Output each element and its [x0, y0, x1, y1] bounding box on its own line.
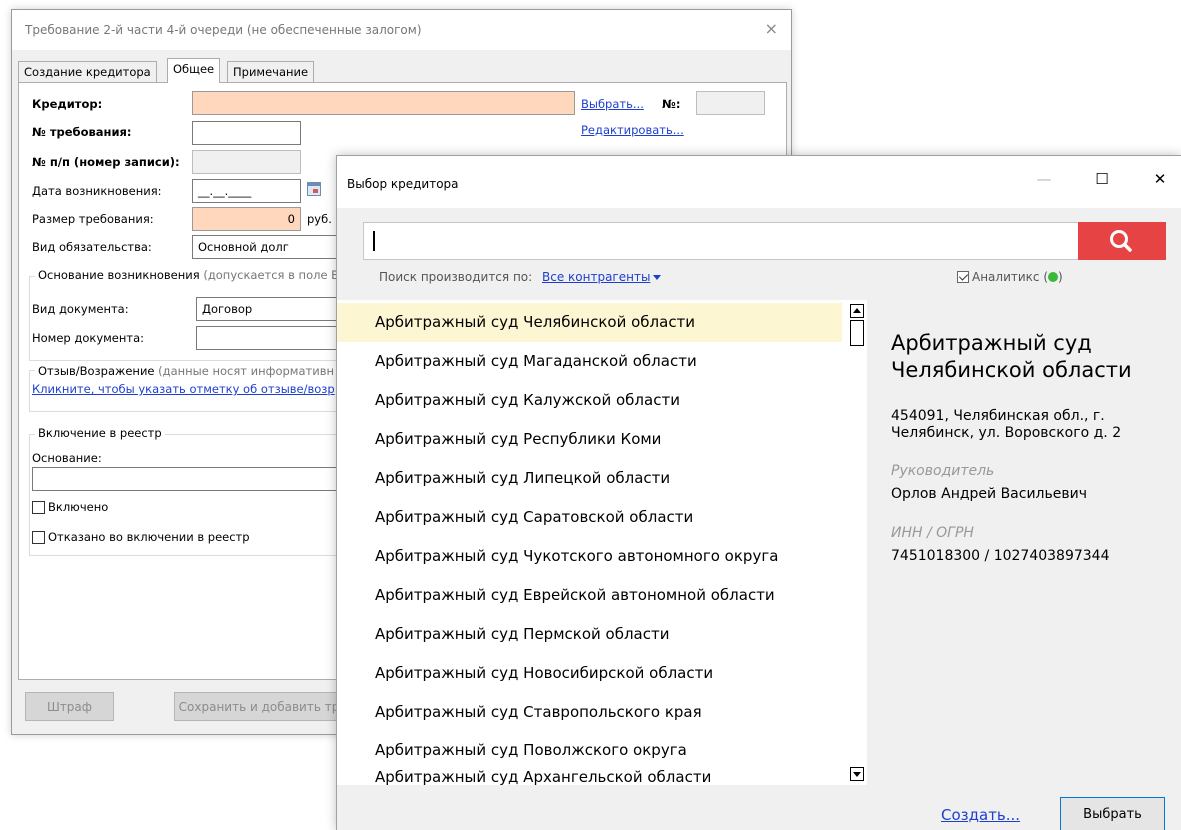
scroll-down-icon[interactable]	[850, 767, 864, 781]
list-item[interactable]: Арбитражный суд Ставропольского края	[337, 693, 842, 732]
creditor-detail-panel: Арбитражный суд Челябинской области 4540…	[867, 300, 1181, 785]
detail-ids-caption: ИНН / ОГРН	[891, 525, 974, 541]
detail-address: 454091, Челябинская обл., г. Челябинск, …	[891, 408, 1122, 441]
record-number-label: № п/п (номер записи):	[32, 155, 180, 169]
tab-general[interactable]: Общее	[167, 58, 221, 83]
amount-label: Размер требования:	[32, 212, 154, 226]
doc-number-label: Номер документа:	[32, 331, 145, 345]
obligation-select[interactable]: Основной долг	[192, 235, 352, 259]
included-label: Включено	[48, 500, 109, 514]
scroll-up-icon[interactable]	[850, 304, 864, 318]
search-scope-prefix: Поиск производится по:	[379, 270, 533, 284]
list-item[interactable]: Арбитражный суд Еврейской автономной обл…	[337, 576, 842, 615]
list-item[interactable]: Арбитражный суд Архангельской области	[337, 758, 842, 785]
analytics-label-close: )	[1058, 270, 1063, 284]
record-number-field	[192, 150, 301, 174]
minimize-icon[interactable]: —	[1029, 170, 1059, 194]
search-input[interactable]	[363, 222, 1166, 260]
dialog-titlebar: Выбор кредитора — ☐ ✕	[337, 156, 1181, 208]
claim-number-input[interactable]	[192, 121, 301, 145]
doc-type-label: Вид документа:	[32, 302, 129, 316]
creditor-label: Кредитор:	[32, 97, 103, 111]
edit-creditor-link[interactable]: Редактировать...	[581, 123, 684, 137]
tab-create-creditor[interactable]: Создание кредитора	[18, 61, 157, 82]
text-cursor	[373, 231, 375, 251]
choose-creditor-link[interactable]: Выбрать...	[581, 97, 644, 111]
list-item[interactable]: Арбитражный суд Липецкой области	[337, 459, 842, 498]
create-creditor-link[interactable]: Создать...	[941, 806, 1020, 824]
detail-head-caption: Руководитель	[891, 463, 995, 479]
date-label: Дата возникновения:	[32, 184, 162, 198]
creditor-list: Арбитражный суд Челябинской области Арби…	[337, 300, 867, 785]
registry-group-title: Включение в реестр	[35, 426, 165, 440]
search-scope-dropdown[interactable]: Все контрагенты	[542, 270, 662, 284]
refused-checkbox[interactable]	[32, 531, 45, 544]
list-item[interactable]: Арбитражный суд Саратовской области	[337, 498, 842, 537]
refused-label: Отказано во включении в реестр	[48, 530, 250, 544]
claim-window-titlebar: Требование 2-й части 4-й очереди (не обе…	[12, 10, 791, 50]
tab-notes[interactable]: Примечание	[227, 61, 315, 82]
list-item[interactable]: Арбитражный суд Новосибирской области	[337, 654, 842, 693]
list-item[interactable]: Арбитражный суд Челябинской области	[337, 303, 842, 342]
analytics-checkbox[interactable]	[957, 271, 969, 283]
detail-head-value: Орлов Андрей Васильевич	[891, 486, 1087, 502]
list-item[interactable]: Арбитражный суд Калужской области	[337, 381, 842, 420]
analytics-toggle[interactable]: Аналитикс ()	[957, 270, 1063, 284]
review-group-title: Отзыв/Возражение (данные носят информати…	[35, 364, 337, 378]
calendar-icon[interactable]	[307, 182, 321, 196]
list-item[interactable]: Арбитражный суд Республики Коми	[337, 420, 842, 459]
list-item[interactable]: Арбитражный суд Магаданской области	[337, 342, 842, 381]
creditor-field[interactable]	[192, 91, 575, 115]
detail-name: Арбитражный суд Челябинской области	[891, 331, 1132, 382]
amount-input[interactable]: 0	[192, 207, 301, 231]
search-button[interactable]	[1078, 222, 1166, 260]
detail-ids-value: 7451018300 / 1027403897344	[891, 548, 1110, 564]
reason-input[interactable]	[32, 467, 356, 491]
scroll-thumb[interactable]	[850, 320, 864, 346]
save-and-add-button[interactable]: Сохранить и добавить тр	[174, 692, 344, 721]
choose-creditor-dialog: Выбор кредитора — ☐ ✕ Поиск производится…	[336, 155, 1181, 830]
included-checkbox[interactable]	[32, 501, 45, 514]
obligation-label: Вид обязательства:	[32, 240, 152, 254]
list-scrollbar[interactable]	[847, 300, 867, 785]
claim-number-label: № требования:	[32, 125, 132, 139]
search-scope-hint: Поиск производится по: Все контрагенты	[379, 270, 662, 284]
doc-type-select[interactable]: Договор	[196, 297, 356, 321]
chevron-down-icon	[653, 275, 662, 280]
choose-button[interactable]: Выбрать	[1060, 797, 1165, 830]
search-icon	[1110, 230, 1132, 252]
reason-label: Основание:	[32, 451, 102, 465]
doc-number-input[interactable]	[196, 326, 356, 350]
fine-button[interactable]: Штраф	[25, 692, 114, 721]
maximize-icon[interactable]: ☐	[1087, 170, 1117, 194]
basis-group-title: Основание возникновения (допускается в п…	[35, 268, 343, 282]
list-item[interactable]: Арбитражный суд Пермской области	[337, 615, 842, 654]
close-icon[interactable]: ✕	[1145, 170, 1175, 194]
list-item[interactable]: Арбитражный суд Чукотского автономного о…	[337, 537, 842, 576]
analytics-label: Аналитикс (	[972, 270, 1049, 284]
amount-unit: руб.	[307, 212, 332, 226]
number-label: №:	[662, 97, 681, 111]
claim-window-title: Требование 2-й части 4-й очереди (не обе…	[25, 23, 422, 37]
dialog-title: Выбор кредитора	[347, 177, 459, 191]
status-dot-icon	[1048, 272, 1059, 282]
close-icon[interactable]: ×	[765, 19, 778, 38]
date-input[interactable]: __.__.____	[192, 179, 301, 203]
number-field	[696, 91, 765, 115]
review-mark-link[interactable]: Кликните, чтобы указать отметку об отзыв…	[32, 382, 335, 396]
